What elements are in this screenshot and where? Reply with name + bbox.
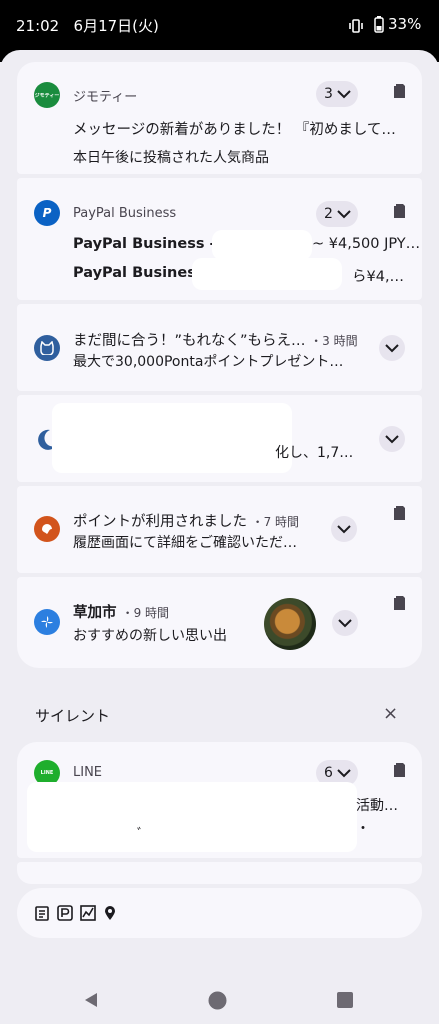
battery-icon	[374, 16, 384, 37]
snooze-icon[interactable]	[393, 505, 407, 521]
pinwheel-app-icon	[34, 609, 60, 635]
app-name: ジモティー	[73, 90, 138, 105]
redacted-area	[27, 782, 357, 852]
app-name: LINE	[73, 765, 103, 780]
status-bar: 21:02 6月17日(火) 33%	[0, 0, 439, 52]
notification-title: ポイントが利用されました ・7 時間	[73, 514, 300, 530]
group-count: 6	[324, 765, 333, 781]
chevron-down-icon	[337, 525, 351, 534]
chevron-down-icon	[338, 619, 352, 628]
app-name: PayPal Business	[73, 206, 177, 221]
message-line-1-tail: ~ ¥4,500 JPY…	[312, 236, 421, 252]
notification-points[interactable]: ポイントが利用されました ・7 時間 履歴画面にて詳細をご確認いただ…	[17, 486, 422, 573]
expand-button[interactable]	[379, 426, 405, 452]
points-app-icon	[34, 516, 60, 542]
navigation-bar	[0, 975, 439, 1024]
vibrate-icon	[348, 18, 364, 37]
notification-redacted[interactable]: 化し、1,7…	[17, 395, 422, 482]
chevron-down-icon	[337, 210, 351, 219]
notification-line[interactable]: LINE LINE 6 活動… ﾞ ・	[17, 742, 422, 858]
paypal-app-icon: P	[34, 200, 60, 226]
notification-body: 最大で30,000Pontaポイントプレゼント…	[73, 354, 344, 370]
status-time-date: 21:02 6月17日(火)	[16, 17, 159, 35]
home-button[interactable]	[208, 991, 227, 1010]
message-line-1: 活動…	[356, 798, 398, 814]
notification-stack-edge	[17, 862, 422, 884]
chevron-down-icon	[385, 435, 399, 444]
snooze-icon[interactable]	[393, 595, 407, 611]
silent-clear-button[interactable]: ×	[383, 703, 398, 724]
ponta-cat-icon	[34, 335, 60, 361]
clipboard-icon	[35, 906, 49, 921]
stock-chart-icon	[80, 905, 96, 921]
notification-jmty[interactable]: ジモティー ジモティー 3 メッセージの新着がありました！ 『初めまして… 本日…	[17, 62, 422, 174]
notification-body: おすすめの新しい思い出	[73, 628, 227, 644]
notification-soka[interactable]: 草加市 ・9 時間 おすすめの新しい思い出	[17, 577, 422, 668]
memory-photo-thumbnail	[264, 598, 316, 650]
chevron-down-icon	[385, 344, 399, 353]
group-expand-button[interactable]: 3	[316, 81, 358, 107]
group-count: 2	[324, 206, 333, 222]
expand-button[interactable]	[331, 516, 357, 542]
group-count: 3	[324, 86, 333, 102]
chevron-down-icon	[337, 769, 351, 778]
notification-body: 履歴画面にて詳細をご確認いただ…	[73, 535, 297, 551]
message-line-2: PayPal Business	[73, 265, 205, 281]
notification-body: 化し、1,7…	[275, 445, 354, 461]
silent-section-title: サイレント	[35, 707, 111, 725]
message-line-2-tail: ら¥4,…	[352, 269, 405, 285]
collapsed-icons-pill[interactable]	[17, 888, 422, 938]
message-line-3: ・	[356, 821, 370, 837]
notification-title: まだ間に合う！”もれなく”もらえ… ・3 時間	[73, 333, 358, 349]
paypay-icon	[57, 905, 73, 921]
notification-title: メッセージの新着がありました！ 『初めまして…	[73, 122, 396, 138]
snooze-icon[interactable]	[393, 203, 407, 219]
notification-body: 本日午後に投稿された人気商品	[73, 150, 269, 166]
notification-title: 草加市 ・9 時間	[73, 605, 170, 621]
recents-button[interactable]	[337, 992, 353, 1008]
back-button[interactable]	[82, 991, 100, 1009]
jmty-app-icon: ジモティー	[34, 82, 60, 108]
notification-paypal[interactable]: P PayPal Business 2 PayPal Business - ~ …	[17, 178, 422, 300]
expand-button[interactable]	[332, 610, 358, 636]
notification-ponta[interactable]: まだ間に合う！”もれなく”もらえ… ・3 時間 最大で30,000Pontaポイ…	[17, 304, 422, 391]
redacted-area	[212, 230, 312, 260]
redacted-area	[52, 403, 292, 473]
redacted-area	[192, 258, 342, 290]
chevron-down-icon	[337, 90, 351, 99]
message-line-2: ﾞ	[137, 827, 144, 843]
snooze-icon[interactable]	[393, 762, 407, 778]
group-expand-button[interactable]: 2	[316, 201, 358, 227]
expand-button[interactable]	[379, 335, 405, 361]
battery-percent: 33%	[388, 15, 422, 33]
location-icon	[105, 906, 115, 920]
snooze-icon[interactable]	[393, 83, 407, 99]
